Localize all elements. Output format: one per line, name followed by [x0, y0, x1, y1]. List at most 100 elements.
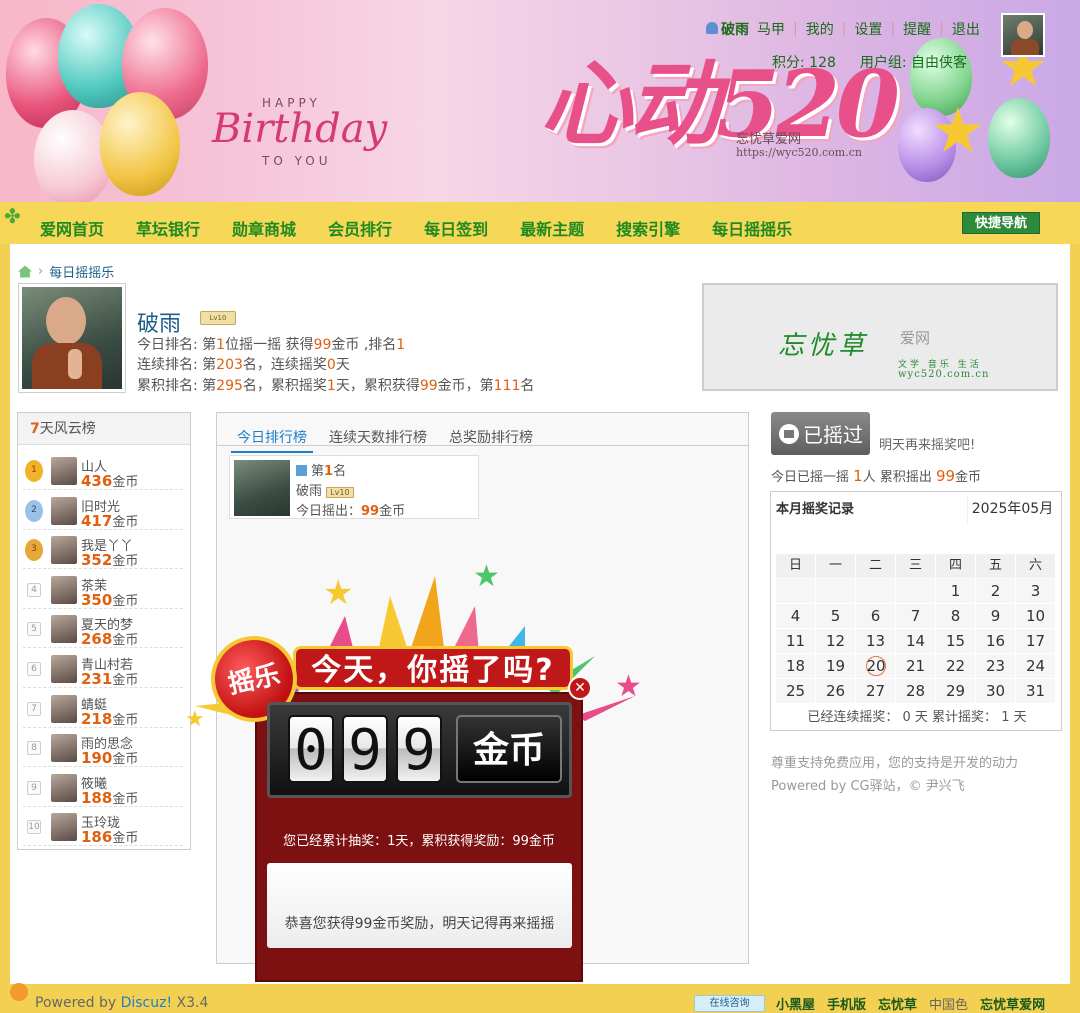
separator: | [841, 21, 847, 37]
user-icon [706, 22, 718, 34]
calendar-day: 27 [856, 679, 896, 703]
leaderboard-avatar[interactable] [51, 575, 77, 604]
rank-card: 第1名 破雨 Lv10 今日摇出：99金币 [229, 455, 479, 519]
points-link[interactable]: 积分: 128 [772, 52, 836, 72]
close-icon[interactable]: ✕ [568, 676, 592, 700]
nav-reminders[interactable]: 提醒 [903, 19, 931, 39]
calendar-weekday: 日 [776, 554, 816, 578]
profile-avatar[interactable] [18, 283, 126, 393]
calendar-weekday: 五 [976, 554, 1016, 578]
leaderboard-row[interactable]: 9 筱曦 188金币 [23, 769, 183, 807]
calendar-day: 30 [976, 679, 1016, 703]
leaderboard-avatar[interactable] [51, 813, 77, 842]
shake-button-done[interactable]: 已摇过 [771, 412, 870, 455]
rank-number: 10 [27, 820, 41, 835]
leaderboard-avatar[interactable] [51, 734, 77, 763]
nav-item-home[interactable]: 爱网首页 [40, 216, 104, 240]
chevron-right-icon: › [38, 264, 44, 279]
calendar-day: 14 [896, 629, 936, 653]
breadcrumb-current[interactable]: 每日摇摇乐 [49, 262, 114, 281]
username-link[interactable]: 破雨 [706, 19, 749, 39]
nav-item-daily-signin[interactable]: 每日签到 [424, 216, 488, 240]
nav-settings[interactable]: 设置 [854, 19, 882, 39]
nav-item-bank[interactable]: 草坛银行 [136, 216, 200, 240]
leaderboard-avatar[interactable] [51, 457, 77, 485]
rank-card-name[interactable]: 破雨 Lv10 [296, 480, 354, 499]
leaderboard-avatar[interactable] [51, 694, 77, 723]
home-icon[interactable] [18, 265, 32, 278]
birthday-text: Birthday [212, 106, 388, 152]
medal-icon: 1 [25, 460, 43, 482]
leaderboard-row[interactable]: 1 山人 436金币 [23, 452, 183, 490]
usergroup-link[interactable]: 用户组: 自由侠客 [860, 52, 967, 72]
discuz-link[interactable]: Discuz! [121, 995, 173, 1011]
rank-card-rank: 第1名 [296, 460, 346, 479]
leaderboard-avatar[interactable] [51, 496, 77, 525]
leaderboard-coins: 436金币 [81, 472, 139, 490]
leaderboard-row[interactable]: 8 雨的思念 190金币 [23, 729, 183, 768]
nav-mine[interactable]: 我的 [806, 19, 834, 39]
nav-item-search[interactable]: 搜索引擎 [616, 216, 680, 240]
top-avatar[interactable] [1001, 13, 1045, 57]
leaderboard-row[interactable]: 7 蜻蜓 218金币 [23, 690, 183, 728]
calendar-day: 15 [936, 629, 976, 653]
nav-item-latest-topics[interactable]: 最新主题 [520, 216, 584, 240]
tab-continuous-rank[interactable]: 连续天数排行榜 [323, 425, 433, 453]
footer-link-site[interactable]: 忘忧草爱网 [980, 994, 1045, 1013]
leaderboard-row[interactable]: 4 茶茉 350金币 [23, 571, 183, 609]
come-back-tomorrow-text: 明天再来摇奖吧! [879, 438, 976, 453]
nav-item-daily-shake[interactable]: 每日摇摇乐 [712, 216, 792, 240]
counter-digit: 0 [288, 715, 334, 783]
ad-banner[interactable]: 忘忧草 爱网 文学 音乐 生活 wyc520.com.cn [702, 283, 1058, 391]
ad-brand: 忘忧草 [778, 331, 869, 361]
tab-total-rank[interactable]: 总奖励排行榜 [443, 425, 539, 453]
calendar-day: 13 [856, 629, 896, 653]
nav-item-member-rank[interactable]: 会员排行 [328, 216, 392, 240]
leaderboard-avatar[interactable] [51, 655, 77, 683]
tab-today-rank[interactable]: 今日排行榜 [231, 425, 313, 453]
calendar-day: 5 [816, 604, 856, 628]
powered-by-cg[interactable]: Powered by CG驿站，© 尹兴飞 [771, 775, 1018, 798]
footer-link-wangyoucao[interactable]: 忘忧草 [878, 994, 917, 1013]
powered-by: Powered by Discuz! X3.4 [35, 995, 209, 1011]
calendar-weekday: 二 [856, 554, 896, 578]
calendar-day: 1 [936, 579, 976, 603]
site-logo-subtitle: 忘忧草爱网 [736, 132, 802, 147]
calendar-day: 8 [936, 604, 976, 628]
site-logo[interactable]: 心动520 [540, 30, 900, 163]
calendar-weekday: 一 [816, 554, 856, 578]
continuous-rank-line: 连续排名: 第203名，连续摇奖0天 [137, 357, 350, 373]
calendar-day: 6 [856, 604, 896, 628]
leaderboard-coins: 186金币 [81, 828, 139, 847]
nav-item-medal-shop[interactable]: 勋章商城 [232, 216, 296, 240]
nav-majia[interactable]: 马甲 [757, 19, 785, 39]
leaderboard-avatar[interactable] [51, 536, 77, 565]
footer-link-blackroom[interactable]: 小黑屋 [776, 994, 815, 1013]
gift-icon [779, 423, 799, 444]
calendar-day: 2 [976, 579, 1016, 603]
rank-number: 9 [27, 780, 41, 795]
medal-icon: 3 [25, 539, 43, 562]
footer-link-mobile[interactable]: 手机版 [827, 994, 866, 1013]
calendar-day: 18 [776, 654, 816, 678]
leaderboard-avatar[interactable] [51, 615, 77, 644]
quick-nav-button[interactable]: 快捷导航 [962, 212, 1040, 234]
separator: | [939, 21, 944, 37]
nav-logout[interactable]: 退出 [952, 19, 980, 39]
leaderboard-row[interactable]: 10 玉玲珑 186金币 [23, 808, 183, 847]
coin-counter: 0 9 9 金币 [267, 702, 572, 798]
leaderboard-coins: 190金币 [81, 749, 139, 768]
leaderboard-row[interactable]: 2 旧时光 417金币 [23, 492, 183, 530]
calendar-weekday: 三 [896, 554, 936, 578]
svg-text:★: ★ [185, 707, 205, 732]
rank-card-avatar[interactable] [234, 460, 290, 516]
leaderboard-row[interactable]: 5 夏天的梦 268金币 [23, 610, 183, 649]
leaderboard-row[interactable]: 6 青山村若 231金币 [23, 650, 183, 688]
leaderboard-row[interactable]: 3 我是丫丫 352金币 [23, 531, 183, 570]
leaderboard-coins: 350金币 [81, 590, 139, 609]
calendar-empty-cell [816, 579, 856, 603]
calendar-day: 12 [816, 629, 856, 653]
online-consult-button[interactable]: 在线咨询 [694, 995, 765, 1012]
footer-china-color[interactable]: 中国色 [929, 994, 968, 1013]
leaderboard-avatar[interactable] [51, 773, 77, 802]
